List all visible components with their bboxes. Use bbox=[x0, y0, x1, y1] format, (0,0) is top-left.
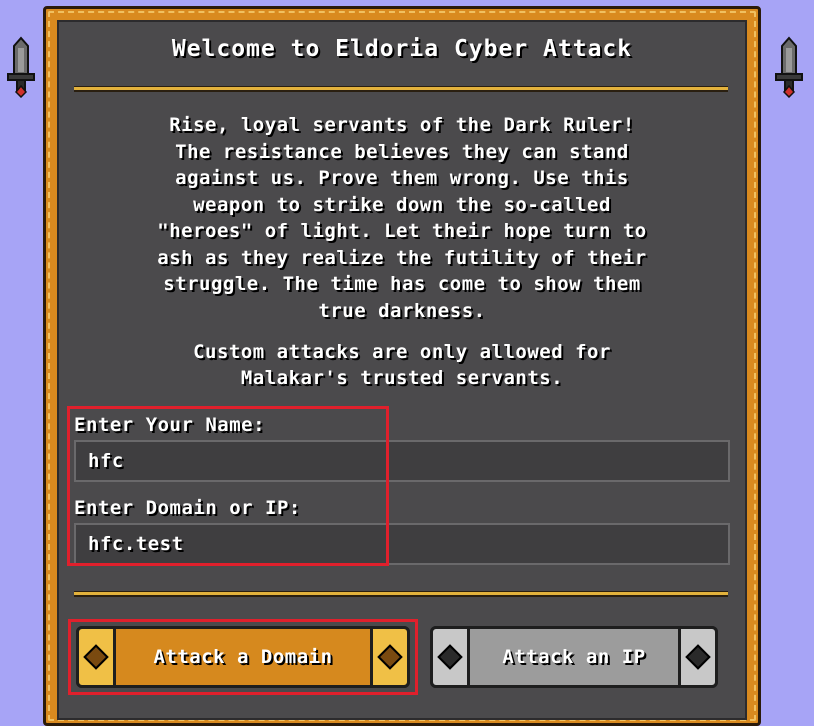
intro-line: ash as they realize the futility of thei… bbox=[157, 246, 647, 269]
attack-domain-label: Attack a Domain bbox=[153, 646, 333, 668]
button-cap bbox=[370, 626, 410, 688]
gem-icon bbox=[437, 644, 463, 670]
gem-icon bbox=[83, 644, 109, 670]
gem-icon bbox=[377, 644, 403, 670]
note-line: Malakar's trusted servants. bbox=[240, 367, 564, 389]
restriction-note: Custom attacks are only allowed for Mala… bbox=[80, 339, 724, 391]
intro-line: true darkness. bbox=[318, 299, 486, 322]
dagger-icon bbox=[7, 36, 35, 98]
button-cap bbox=[430, 626, 470, 688]
intro-line: weapon to strike down the so-called bbox=[193, 193, 611, 216]
intro-line: "heroes" of light. Let their hope turn t… bbox=[157, 220, 647, 242]
name-label: Enter Your Name: bbox=[74, 414, 266, 436]
target-label: Enter Domain or IP: bbox=[74, 497, 301, 519]
button-cap bbox=[678, 626, 718, 688]
gem-icon bbox=[685, 644, 711, 670]
note-line: Custom attacks are only allowed for bbox=[193, 341, 611, 363]
domain-ip-input[interactable] bbox=[74, 523, 730, 565]
intro-line: The resistance believes they can stand bbox=[175, 140, 629, 163]
intro-line: struggle. The time has come to show them bbox=[163, 273, 641, 295]
button-cap bbox=[76, 626, 116, 688]
attack-ip-label: Attack an IP bbox=[502, 646, 646, 668]
intro-text: Rise, loyal servants of the Dark Ruler! … bbox=[80, 112, 724, 324]
attack-ip-button[interactable]: Attack an IP bbox=[430, 626, 718, 688]
divider bbox=[74, 591, 728, 597]
dagger-icon bbox=[775, 36, 803, 98]
intro-line: Rise, loyal servants of the Dark Ruler! bbox=[169, 114, 635, 136]
attack-domain-button[interactable]: Attack a Domain bbox=[76, 626, 410, 688]
page-title: Welcome to Eldoria Cyber Attack bbox=[171, 36, 633, 62]
name-input[interactable] bbox=[74, 440, 730, 482]
divider bbox=[74, 86, 728, 92]
intro-line: against us. Prove them wrong. Use this bbox=[175, 167, 629, 189]
